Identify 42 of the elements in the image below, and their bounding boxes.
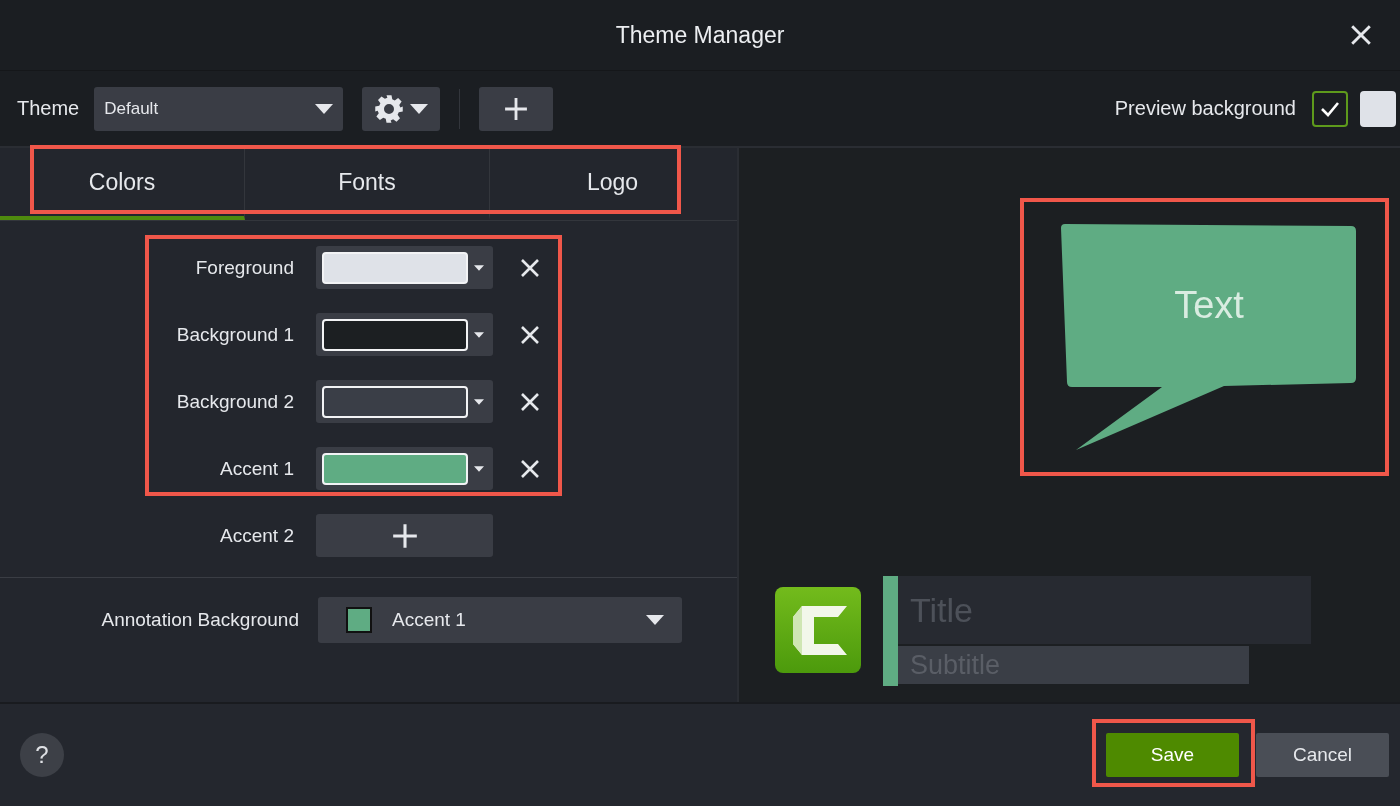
window-title: Theme Manager	[615, 21, 785, 49]
plus-icon	[504, 96, 529, 121]
check-icon	[1320, 100, 1340, 117]
remove-button[interactable]	[520, 257, 540, 278]
tab[interactable]: Colors	[0, 148, 245, 220]
settings-icon	[374, 93, 405, 124]
save-button[interactable]: Save	[1106, 733, 1239, 777]
remove-button[interactable]	[520, 324, 540, 345]
color-picker[interactable]	[316, 447, 493, 490]
color-label: Accent 1	[219, 457, 294, 480]
close-button[interactable]	[1350, 24, 1372, 46]
logo-icon	[774, 586, 862, 674]
color-label: Background 1	[175, 323, 294, 346]
caret-icon	[474, 264, 484, 271]
caret-icon	[646, 615, 664, 625]
caret-icon	[474, 331, 484, 338]
color-label: Background 2	[175, 390, 294, 413]
preview-background-label: Preview background	[1114, 97, 1296, 120]
plus-icon	[391, 522, 418, 549]
caret-icon	[315, 103, 334, 114]
caret-icon	[474, 398, 484, 405]
settings-button[interactable]	[362, 86, 441, 131]
color-picker[interactable]	[316, 313, 493, 356]
annotation-background-label: Annotation Background	[100, 609, 299, 631]
remove-button[interactable]	[520, 458, 540, 479]
caret-icon	[474, 465, 484, 472]
color-picker[interactable]	[316, 246, 493, 289]
theme-dropdown[interactable]: Default	[94, 86, 344, 131]
theme-label: Theme	[17, 97, 80, 120]
caret-icon	[410, 103, 429, 114]
color-label: Foreground	[194, 256, 294, 279]
remove-button[interactable]	[520, 391, 540, 412]
annotation-background-dropdown[interactable]: Accent 1	[318, 597, 682, 643]
help-button[interactable]: ?	[20, 733, 64, 777]
callout-text: Text	[1174, 284, 1244, 326]
preview-background-option[interactable]	[1360, 90, 1396, 127]
color-label: Accent 2	[219, 524, 294, 547]
preview-background-option[interactable]	[1312, 90, 1348, 127]
cancel-button[interactable]: Cancel	[1256, 733, 1389, 777]
add-theme-button[interactable]	[479, 86, 554, 131]
add-color-button[interactable]	[316, 514, 493, 557]
color-picker[interactable]	[316, 380, 493, 423]
